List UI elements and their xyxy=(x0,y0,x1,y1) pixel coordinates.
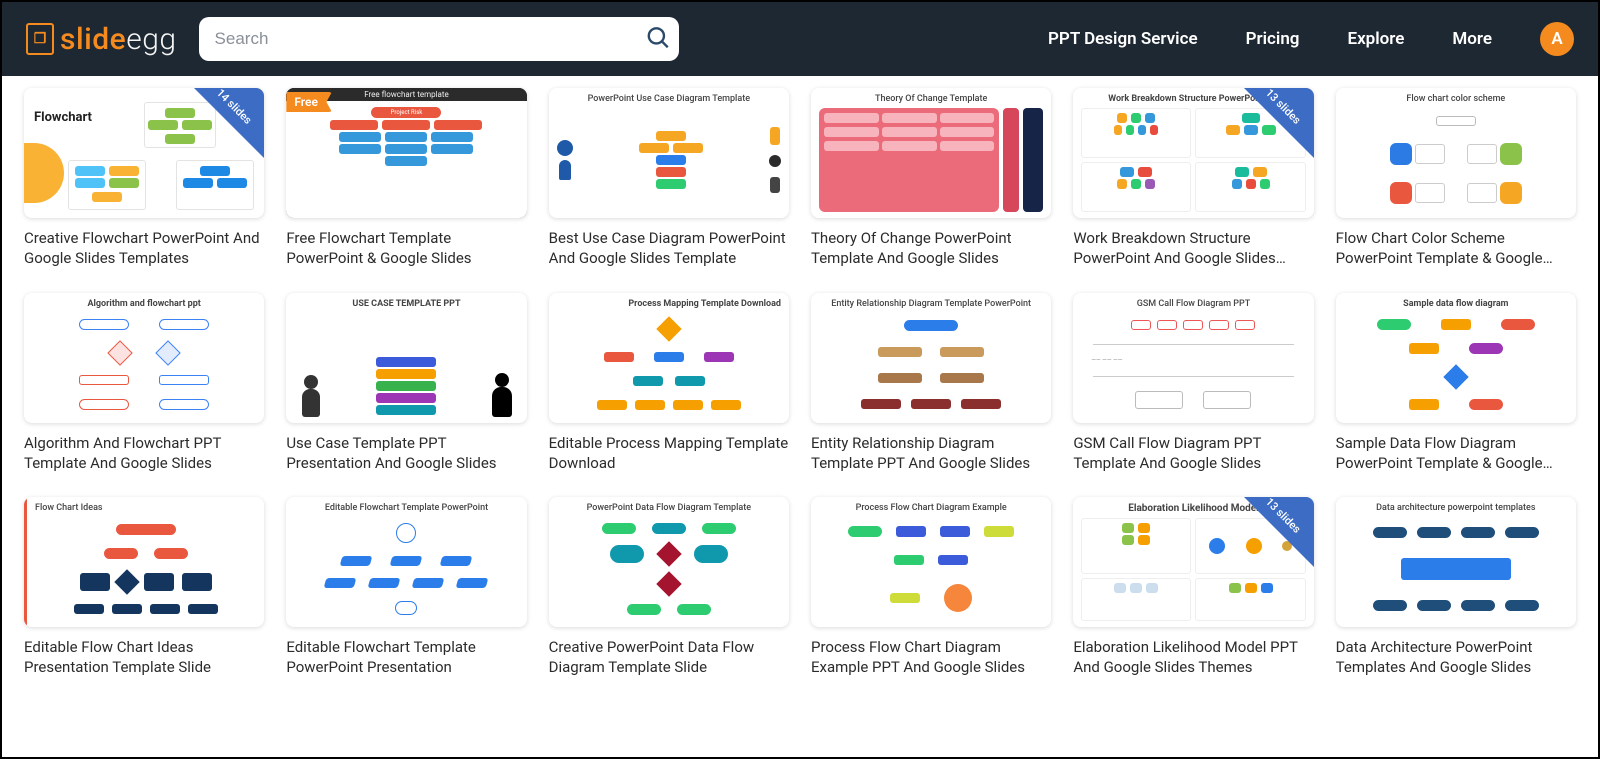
template-thumb: Process Mapping Template Download xyxy=(549,293,789,423)
thumb-heading: Process Mapping Template Download xyxy=(557,299,781,309)
nav-design[interactable]: PPT Design Service xyxy=(1048,29,1198,49)
search-button[interactable] xyxy=(645,25,671,54)
search xyxy=(199,17,679,61)
template-thumb: Free flowchart template Project Risk Fre… xyxy=(286,88,526,218)
nav-explore[interactable]: Explore xyxy=(1347,29,1404,49)
template-thumb: GSM Call Flow Diagram PPT —— —— —— xyxy=(1073,293,1313,423)
template-thumb: Editable Flowchart Template PowerPoint xyxy=(286,497,526,627)
thumb-heading: Editable Flowchart Template PowerPoint xyxy=(294,503,518,513)
thumb-sub: Project Risk xyxy=(371,107,441,118)
thumb-heading: Data architecture powerpoint templates xyxy=(1344,503,1568,513)
template-thumb: Flow Chart Ideas xyxy=(24,497,264,627)
template-thumb: PowerPoint Use Case Diagram Template xyxy=(549,88,789,218)
template-title: Work Breakdown Structure PowerPoint And … xyxy=(1073,228,1313,269)
template-thumb: Sample data flow diagram xyxy=(1336,293,1576,423)
template-thumb: Flow chart color scheme xyxy=(1336,88,1576,218)
template-thumb: Entity Relationship Diagram Template Pow… xyxy=(811,293,1051,423)
ribbon-text: 14 slides xyxy=(214,88,254,127)
logo-text: slideegg xyxy=(60,22,177,57)
thumb-heading: Theory Of Change Template xyxy=(819,94,1043,104)
template-card[interactable]: Process Flow Chart Diagram Example Proce… xyxy=(811,497,1051,678)
thumb-heading: Flowchart xyxy=(34,110,92,125)
template-thumb: Algorithm and flowchart ppt xyxy=(24,293,264,423)
template-card[interactable]: USE CASE TEMPLATE PPT Use Case Template … xyxy=(286,293,526,474)
logo-text-slide: slide xyxy=(60,22,126,57)
template-thumb: Process Flow Chart Diagram Example xyxy=(811,497,1051,627)
template-title: Theory Of Change PowerPoint Template And… xyxy=(811,228,1051,269)
template-card[interactable]: GSM Call Flow Diagram PPT —— —— —— GSM C… xyxy=(1073,293,1313,474)
logo[interactable]: ❐ slideegg xyxy=(26,22,177,57)
template-thumb: Elaboration Likelihood Model 13 slides xyxy=(1073,497,1313,627)
template-title: Elaboration Likelihood Model PPT And Goo… xyxy=(1073,637,1313,678)
template-title: Best Use Case Diagram PowerPoint And Goo… xyxy=(549,228,789,269)
thumb-heading: PowerPoint Data Flow Diagram Template xyxy=(557,503,781,513)
template-card[interactable]: Process Mapping Template Download Editab… xyxy=(549,293,789,474)
thumb-heading: Flow chart color scheme xyxy=(1344,94,1568,104)
thumb-heading: Algorithm and flowchart ppt xyxy=(32,299,256,309)
template-thumb: PowerPoint Data Flow Diagram Template xyxy=(549,497,789,627)
thumb-heading: GSM Call Flow Diagram PPT xyxy=(1081,299,1305,309)
avatar[interactable]: A xyxy=(1540,22,1574,56)
logo-icon: ❐ xyxy=(26,23,54,55)
template-card[interactable]: PowerPoint Data Flow Diagram Template Cr… xyxy=(549,497,789,678)
template-card[interactable]: Editable Flowchart Template PowerPoint E… xyxy=(286,497,526,678)
search-input[interactable] xyxy=(199,17,679,61)
template-card[interactable]: Elaboration Likelihood Model 13 slides E… xyxy=(1073,497,1313,678)
thumb-heading: Sample data flow diagram xyxy=(1344,299,1568,309)
template-card[interactable]: Theory Of Change Template Theory Of Chan… xyxy=(811,88,1051,269)
template-card[interactable]: Entity Relationship Diagram Template Pow… xyxy=(811,293,1051,474)
search-icon xyxy=(645,25,671,51)
template-grid: Flowchart 14 slides Creative Flowchart P… xyxy=(2,76,1598,690)
nav-more[interactable]: More xyxy=(1452,29,1492,49)
template-title: Free Flowchart Template PowerPoint & Goo… xyxy=(286,228,526,269)
template-thumb: Flowchart 14 slides xyxy=(24,88,264,218)
template-card[interactable]: Flow Chart Ideas Editable Flow Chart Ide… xyxy=(24,497,264,678)
template-thumb: USE CASE TEMPLATE PPT xyxy=(286,293,526,423)
template-title: Flow Chart Color Scheme PowerPoint Templ… xyxy=(1336,228,1576,269)
template-title: Creative PowerPoint Data Flow Diagram Te… xyxy=(549,637,789,678)
template-title: GSM Call Flow Diagram PPT Template And G… xyxy=(1073,433,1313,474)
free-badge: Free xyxy=(286,92,332,112)
template-title: Creative Flowchart PowerPoint And Google… xyxy=(24,228,264,269)
slides-ribbon: 14 slides xyxy=(194,88,264,158)
template-thumb: Work Breakdown Structure PowerPoint Temp… xyxy=(1073,88,1313,218)
template-card[interactable]: Flow chart color scheme Flow Chart Color… xyxy=(1336,88,1576,269)
thumb-heading: USE CASE TEMPLATE PPT xyxy=(294,299,518,309)
thumb-heading: PowerPoint Use Case Diagram Template xyxy=(557,94,781,104)
template-title: Algorithm And Flowchart PPT Template And… xyxy=(24,433,264,474)
ribbon-text: 13 slides xyxy=(1263,88,1303,127)
template-title: Data Architecture PowerPoint Templates A… xyxy=(1336,637,1576,678)
nav-pricing[interactable]: Pricing xyxy=(1246,29,1300,49)
thumb-heading: Entity Relationship Diagram Template Pow… xyxy=(819,299,1043,309)
template-thumb: Theory Of Change Template xyxy=(811,88,1051,218)
template-title: Process Flow Chart Diagram Example PPT A… xyxy=(811,637,1051,678)
template-title: Editable Flow Chart Ideas Presentation T… xyxy=(24,637,264,678)
template-card[interactable]: Algorithm and flowchart ppt Algorithm An… xyxy=(24,293,264,474)
template-card[interactable]: PowerPoint Use Case Diagram Template xyxy=(549,88,789,269)
nav: PPT Design Service Pricing Explore More … xyxy=(1048,22,1574,56)
template-card[interactable]: Data architecture powerpoint templates D… xyxy=(1336,497,1576,678)
template-card[interactable]: Work Breakdown Structure PowerPoint Temp… xyxy=(1073,88,1313,269)
ribbon-text: 13 slides xyxy=(1263,497,1303,536)
template-title: Entity Relationship Diagram Template PPT… xyxy=(811,433,1051,474)
template-title: Editable Flowchart Template PowerPoint P… xyxy=(286,637,526,678)
thumb-heading: Process Flow Chart Diagram Example xyxy=(819,503,1043,513)
template-title: Use Case Template PPT Presentation And G… xyxy=(286,433,526,474)
header: ❐ slideegg PPT Design Service Pricing Ex… xyxy=(2,2,1598,76)
template-thumb: Data architecture powerpoint templates xyxy=(1336,497,1576,627)
template-card[interactable]: Flowchart 14 slides Creative Flowchart P… xyxy=(24,88,264,269)
template-title: Sample Data Flow Diagram PowerPoint Temp… xyxy=(1336,433,1576,474)
template-card[interactable]: Free flowchart template Project Risk Fre… xyxy=(286,88,526,269)
template-title: Editable Process Mapping Template Downlo… xyxy=(549,433,789,474)
slides-ribbon: 13 slides xyxy=(1244,88,1314,158)
logo-text-egg: egg xyxy=(126,22,176,57)
template-card[interactable]: Sample data flow diagram Sample Data Flo… xyxy=(1336,293,1576,474)
thumb-heading: Flow Chart Ideas xyxy=(35,503,256,513)
slides-ribbon: 13 slides xyxy=(1244,497,1314,567)
